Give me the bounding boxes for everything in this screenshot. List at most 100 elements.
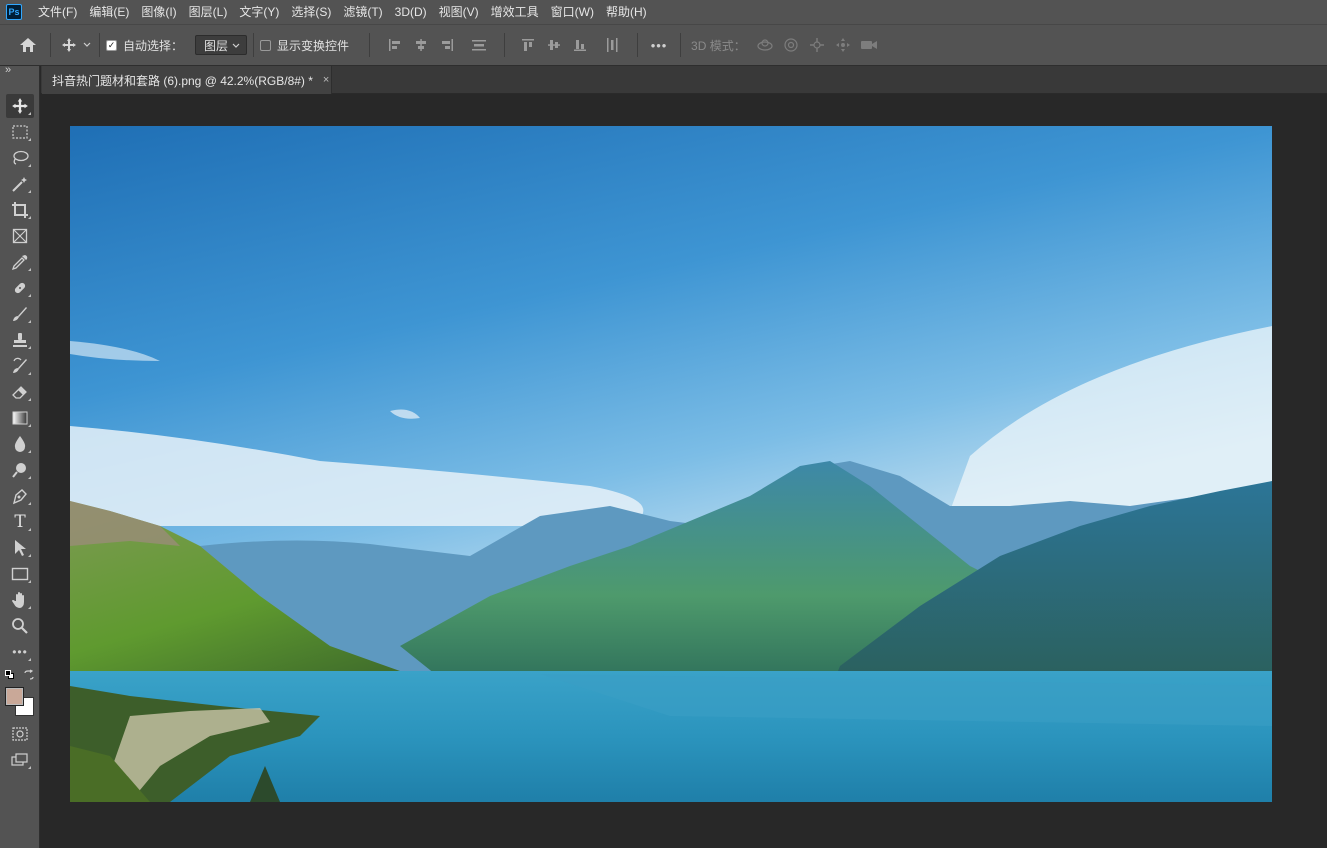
show-transform-controls-checkbox[interactable] [260,39,272,51]
document-tab-bar: 抖音热门题材和套路 (6).png @ 42.2%(RGB/8#) * × [41,66,1327,94]
zoom-tool[interactable] [6,614,34,638]
eraser-tool[interactable] [6,380,34,404]
pen-tool[interactable] [6,484,34,508]
type-tool[interactable]: T [6,510,34,534]
flyout-corner-icon [28,502,31,505]
arrow-pointer-icon [15,540,26,556]
frame-tool[interactable] [6,224,34,248]
marquee-tool[interactable] [6,120,34,144]
foreground-color-swatch[interactable] [5,687,24,706]
slide-3d-icon[interactable] [830,37,856,53]
align-bottom-edges-icon[interactable] [567,38,593,52]
flyout-corner-icon [28,138,31,141]
menu-help[interactable]: 帮助(H) [600,0,653,24]
home-icon[interactable] [14,31,42,59]
separator [504,33,506,57]
history-brush-tool[interactable] [6,354,34,378]
auto-select-label: 自动选择： [123,38,184,53]
chevron-down-icon[interactable] [81,42,93,48]
menu-window[interactable]: 窗口(W) [545,0,600,24]
brush-tool[interactable] [6,302,34,326]
distribute-vertical-icon[interactable] [464,38,494,52]
auto-select-checkbox[interactable]: ✓ [106,39,117,51]
rectangle-tool[interactable] [6,562,34,586]
separator [50,33,51,57]
document-tab-title: 抖音热门题材和套路 (6).png @ 42.2%(RGB/8#) * [52,73,313,88]
3d-mode-label: 3D 模式： [691,38,746,53]
menu-file[interactable]: 文件(F) [32,0,83,24]
photoshop-logo-icon: Ps [6,4,22,20]
align-right-edges-icon[interactable] [434,38,460,52]
menu-plugins[interactable]: 增效工具 [485,0,545,24]
hand-icon [12,592,24,608]
gradient-icon [12,411,28,425]
camera-3d-icon[interactable] [856,39,882,51]
swap-colors-icon[interactable] [23,669,35,684]
edit-toolbar-button[interactable]: ••• [6,640,34,664]
tools-panel: » T ••• [0,64,40,848]
menu-select[interactable]: 选择(S) [285,0,337,24]
healing-brush-tool[interactable] [6,276,34,300]
orbit-3d-icon[interactable] [752,38,778,52]
path-selection-tool[interactable] [6,536,34,560]
drag-3d-icon[interactable] [804,37,830,53]
hand-tool[interactable] [6,588,34,612]
menu-3d[interactable]: 3D(D) [389,0,433,24]
eyedropper-tool[interactable] [6,250,34,274]
move-tool[interactable] [6,94,34,118]
flyout-corner-icon [28,450,31,453]
flyout-corner-icon [28,268,31,271]
screen-mode-button[interactable] [6,748,34,772]
menu-layer[interactable]: 图层(L) [183,0,234,24]
separator [680,33,682,57]
frame-icon [12,228,28,244]
separator [253,33,255,57]
crop-tool[interactable] [6,198,34,222]
align-top-edges-icon[interactable] [515,38,541,52]
type-icon: T [14,512,26,532]
magic-wand-tool[interactable] [6,172,34,196]
brush-icon [13,307,27,321]
quick-mask-mode-button[interactable] [6,722,34,746]
menu-filter[interactable]: 滤镜(T) [337,0,388,24]
flyout-corner-icon [28,320,31,323]
dodge-tool[interactable] [6,458,34,482]
eraser-icon [12,386,27,399]
move-tool-preset-icon[interactable] [59,37,79,53]
roll-3d-icon[interactable] [778,37,804,53]
flyout-corner-icon [28,164,31,167]
lasso-tool[interactable] [6,146,34,170]
eyedropper-icon [11,255,28,271]
document-image[interactable] [70,126,1272,802]
water-drop-icon [14,436,26,452]
clone-stamp-tool[interactable] [6,328,34,352]
more-options-icon[interactable]: ••• [648,38,670,53]
crop-icon [12,202,28,218]
rectangular-marquee-icon [12,125,28,139]
auto-select-target-value: 图层 [204,38,229,53]
dodge-icon [12,463,26,478]
menu-type[interactable]: 文字(Y) [233,0,285,24]
landscape-image [70,126,1272,802]
pen-icon [12,489,27,505]
flyout-corner-icon [28,554,31,557]
blur-tool[interactable] [6,432,34,456]
lasso-icon [13,150,29,165]
stamp-icon [13,333,27,347]
align-horizontal-centers-icon[interactable] [408,38,434,52]
auto-select-target-dropdown[interactable]: 图层 [195,35,248,55]
default-colors-icon[interactable] [5,670,14,679]
document-tab[interactable]: 抖音热门题材和套路 (6).png @ 42.2%(RGB/8#) * × [42,66,332,94]
chevron-down-icon [232,38,240,52]
gradient-tool[interactable] [6,406,34,430]
close-icon[interactable]: × [323,74,329,86]
align-vertical-centers-icon[interactable] [541,38,567,52]
distribute-horizontal-icon[interactable] [597,37,627,53]
menu-image[interactable]: 图像(I) [135,0,182,24]
menu-edit[interactable]: 编辑(E) [83,0,135,24]
separator [637,33,639,57]
expand-panel-icon[interactable]: » [5,64,11,76]
align-left-edges-icon[interactable] [382,38,408,52]
show-transform-controls-label: 显示变换控件 [277,38,350,53]
menu-view[interactable]: 视图(V) [433,0,485,24]
